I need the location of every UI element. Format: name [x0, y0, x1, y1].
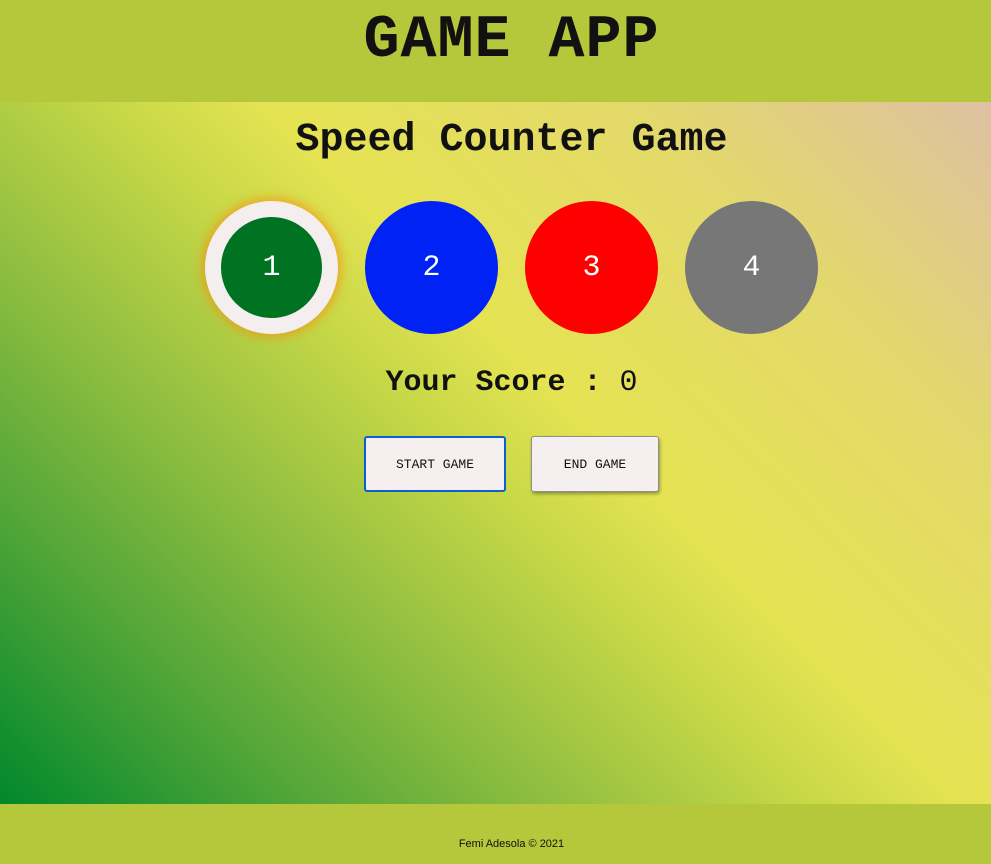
start-game-button[interactable]: START GAME [364, 436, 506, 492]
circle-1-label: 1 [262, 250, 281, 285]
circle-2[interactable]: 2 [365, 201, 498, 334]
circle-2-label: 2 [422, 250, 441, 285]
score-display: Your Score : 0 [0, 360, 991, 406]
score-label: Your Score : [385, 366, 602, 400]
footer: Femi Adesola © 2021 [0, 804, 991, 864]
score-value: 0 [619, 366, 638, 400]
footer-credit: Femi Adesola © 2021 [458, 838, 565, 850]
game-title: Speed Counter Game [295, 118, 728, 163]
app-title: GAME APP [363, 7, 660, 75]
circle-3-label: 3 [582, 250, 601, 285]
app-header: GAME APP [0, 0, 991, 102]
circle-4-label: 4 [742, 250, 761, 285]
circle-4[interactable]: 4 [685, 201, 818, 334]
game-area: Speed Counter Game 1 2 3 4 Your Score : … [0, 102, 991, 804]
circle-1[interactable]: 1 [205, 201, 338, 334]
end-game-button[interactable]: END GAME [531, 436, 659, 492]
circle-3[interactable]: 3 [525, 201, 658, 334]
